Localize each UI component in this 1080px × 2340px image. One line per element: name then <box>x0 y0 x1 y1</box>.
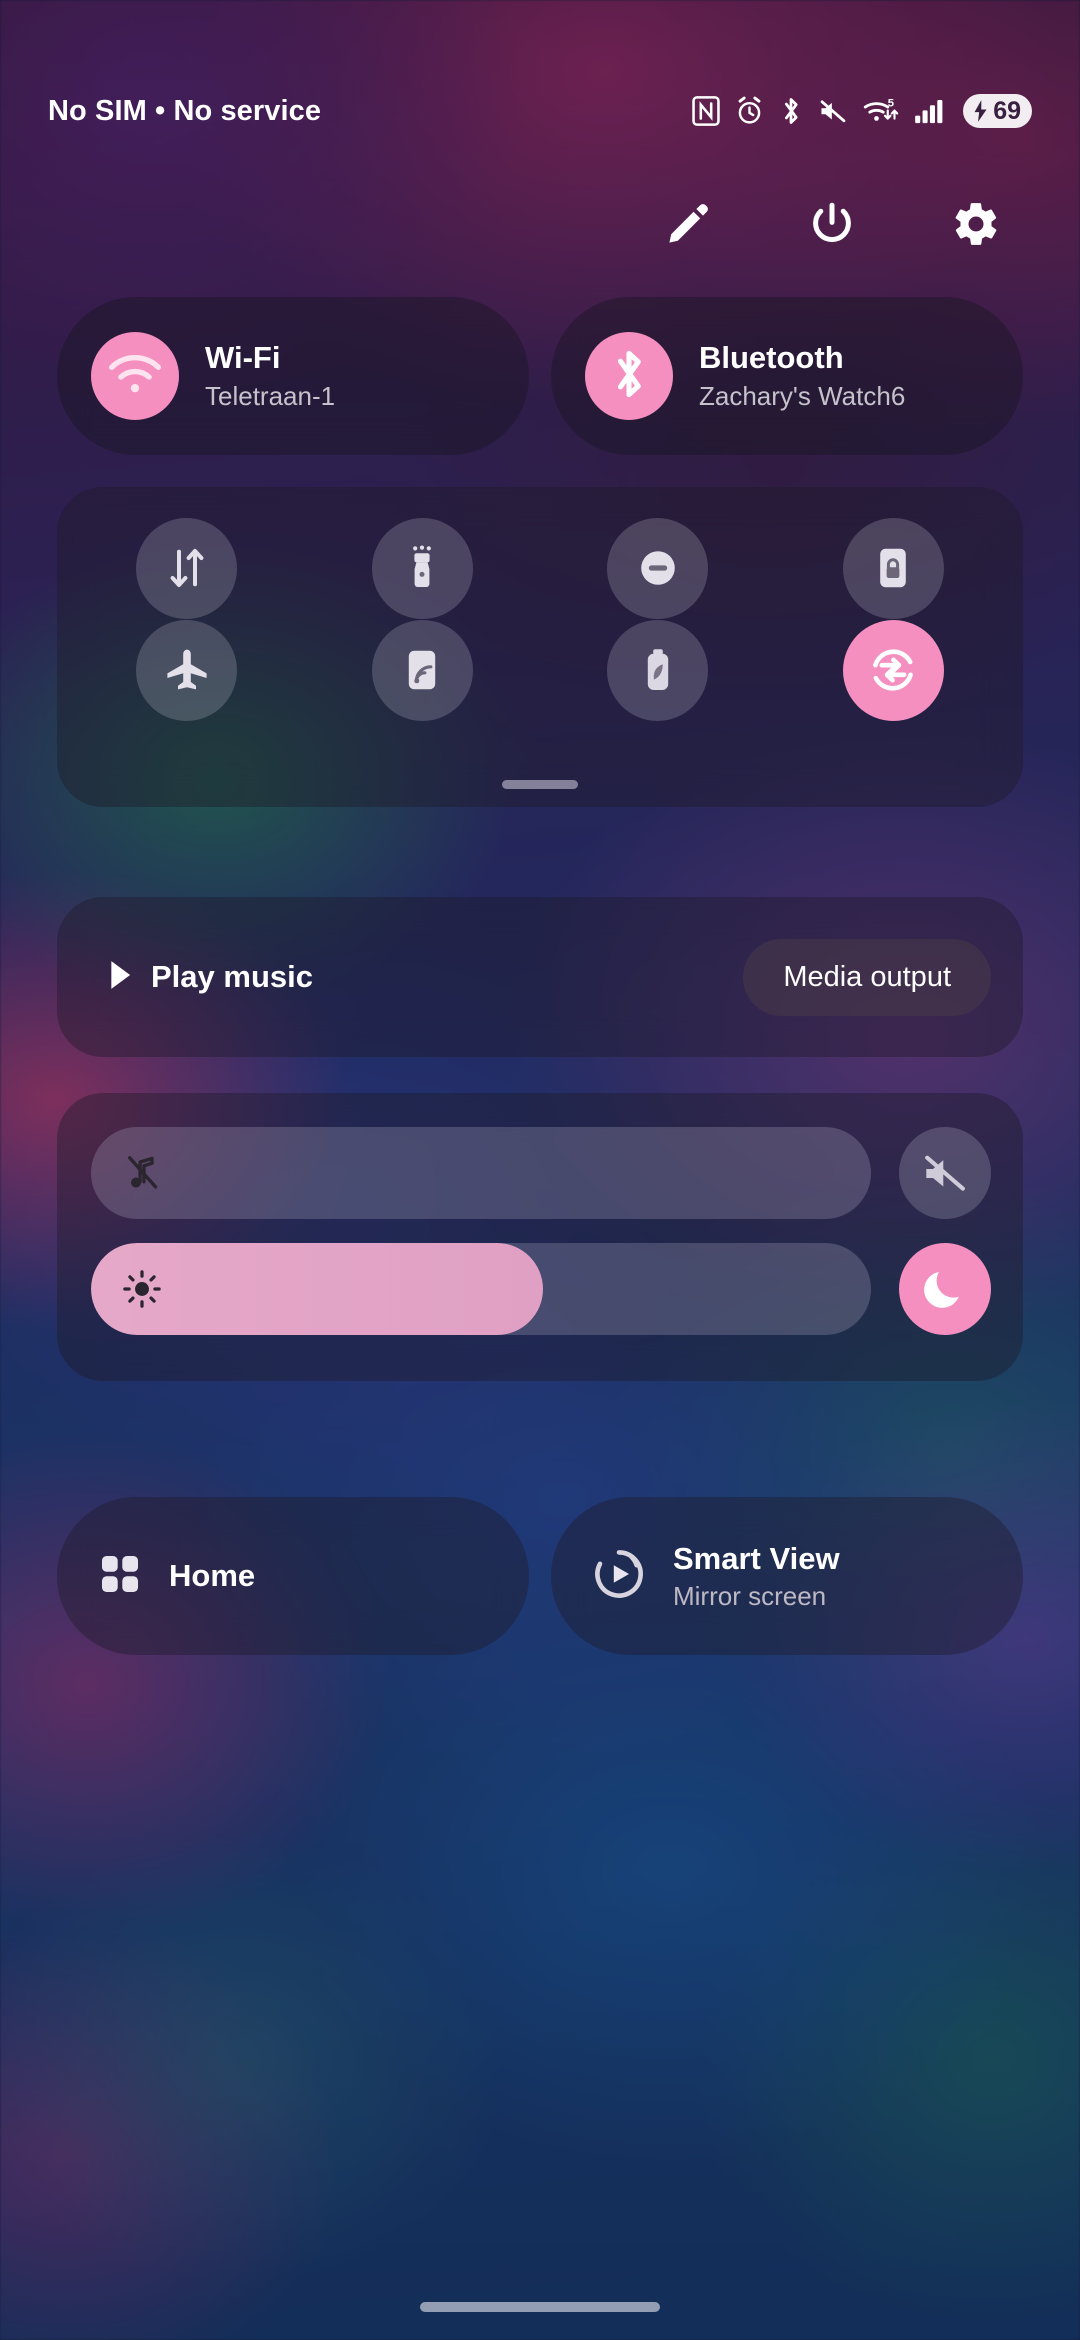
status-icons-group: 5 69 <box>692 94 1032 128</box>
wifi-tile[interactable]: Wi-Fi Teletraan-1 <box>57 297 529 455</box>
volume-slider-row <box>91 1127 991 1219</box>
charging-bolt-icon <box>974 100 987 122</box>
bluetooth-tile[interactable]: Bluetooth Zachary's Watch6 <box>551 297 1023 455</box>
brightness-sun-icon <box>121 1268 163 1310</box>
alarm-icon <box>735 96 764 126</box>
smart-view-subtitle: Mirror screen <box>673 1580 827 1611</box>
quick-settings-panel: No SIM • No service 5 69 Wi-Fi Teletraan… <box>0 0 1080 2340</box>
bluetooth-tile-text: Bluetooth Zachary's Watch6 <box>699 340 905 412</box>
settings-gear-button[interactable] <box>948 196 1004 252</box>
toggle-row-1 <box>57 517 1023 619</box>
toggle-row-2 <box>57 619 1023 721</box>
connectivity-row: Wi-Fi Teletraan-1 Bluetooth Zachary's Wa… <box>57 297 1023 455</box>
svg-text:5: 5 <box>888 98 894 110</box>
smart-view-tile-text: Smart View Mirror screen <box>673 1541 840 1612</box>
wifi-icon <box>108 352 162 401</box>
smart-view-tile[interactable]: Smart View Mirror screen <box>551 1497 1023 1655</box>
status-bar: No SIM • No service 5 69 <box>0 88 1080 134</box>
carrier-status-text: No SIM • No service <box>48 94 322 127</box>
bluetooth-tile-icon-circle <box>585 332 673 420</box>
header-action-buttons <box>0 196 1080 252</box>
bottom-tiles-row: Home Smart View Mirror screen <box>57 1497 1023 1655</box>
toggle-auto-rotate-lock[interactable] <box>842 517 944 619</box>
battery-indicator: 69 <box>963 94 1032 128</box>
expand-drag-handle[interactable] <box>502 780 578 789</box>
toggle-nfc[interactable] <box>371 619 473 721</box>
battery-percent-text: 69 <box>993 96 1021 125</box>
grid-dots-icon <box>97 1551 143 1602</box>
smart-view-title: Smart View <box>673 1540 840 1576</box>
wifi-subtitle: Teletraan-1 <box>205 381 336 411</box>
sliders-card <box>57 1093 1023 1381</box>
wifi-tile-text: Wi-Fi Teletraan-1 <box>205 340 335 412</box>
media-card[interactable]: Play music Media output <box>57 897 1023 1057</box>
toggle-flashlight[interactable] <box>371 517 473 619</box>
home-title: Home <box>169 1558 256 1593</box>
bluetooth-subtitle: Zachary's Watch6 <box>699 381 906 411</box>
nfc-icon <box>692 96 720 126</box>
volume-slider[interactable] <box>91 1127 871 1219</box>
toggle-mobile-data[interactable] <box>136 517 238 619</box>
media-play-group[interactable]: Play music <box>107 959 313 996</box>
wifi-title: Wi-Fi <box>205 340 281 375</box>
quick-toggles-panel <box>57 487 1023 807</box>
media-output-button[interactable]: Media output <box>743 938 991 1016</box>
signal-bars-icon <box>914 97 944 125</box>
mute-icon <box>818 97 848 125</box>
play-icon <box>107 959 133 996</box>
home-indicator[interactable] <box>420 2302 660 2312</box>
wifi-tile-icon-circle <box>91 332 179 420</box>
toggle-sync[interactable] <box>842 619 944 721</box>
brightness-slider-row <box>91 1243 991 1335</box>
dark-mode-button[interactable] <box>899 1243 991 1335</box>
bluetooth-icon <box>609 347 649 406</box>
music-note-muted-icon <box>121 1152 163 1194</box>
home-tile-text: Home <box>169 1558 255 1594</box>
bluetooth-title: Bluetooth <box>699 340 844 375</box>
smart-view-icon <box>591 1546 647 1607</box>
edit-button[interactable] <box>660 196 716 252</box>
toggle-power-saving[interactable] <box>607 619 709 721</box>
toggle-airplane-mode[interactable] <box>136 619 238 721</box>
power-button[interactable] <box>804 196 860 252</box>
wifi-5-icon: 5 <box>863 96 899 126</box>
home-tile[interactable]: Home <box>57 1497 529 1655</box>
bluetooth-icon <box>779 96 803 126</box>
mute-button[interactable] <box>899 1127 991 1219</box>
media-play-label: Play music <box>151 959 313 994</box>
brightness-slider[interactable] <box>91 1243 871 1335</box>
toggle-do-not-disturb[interactable] <box>607 517 709 619</box>
